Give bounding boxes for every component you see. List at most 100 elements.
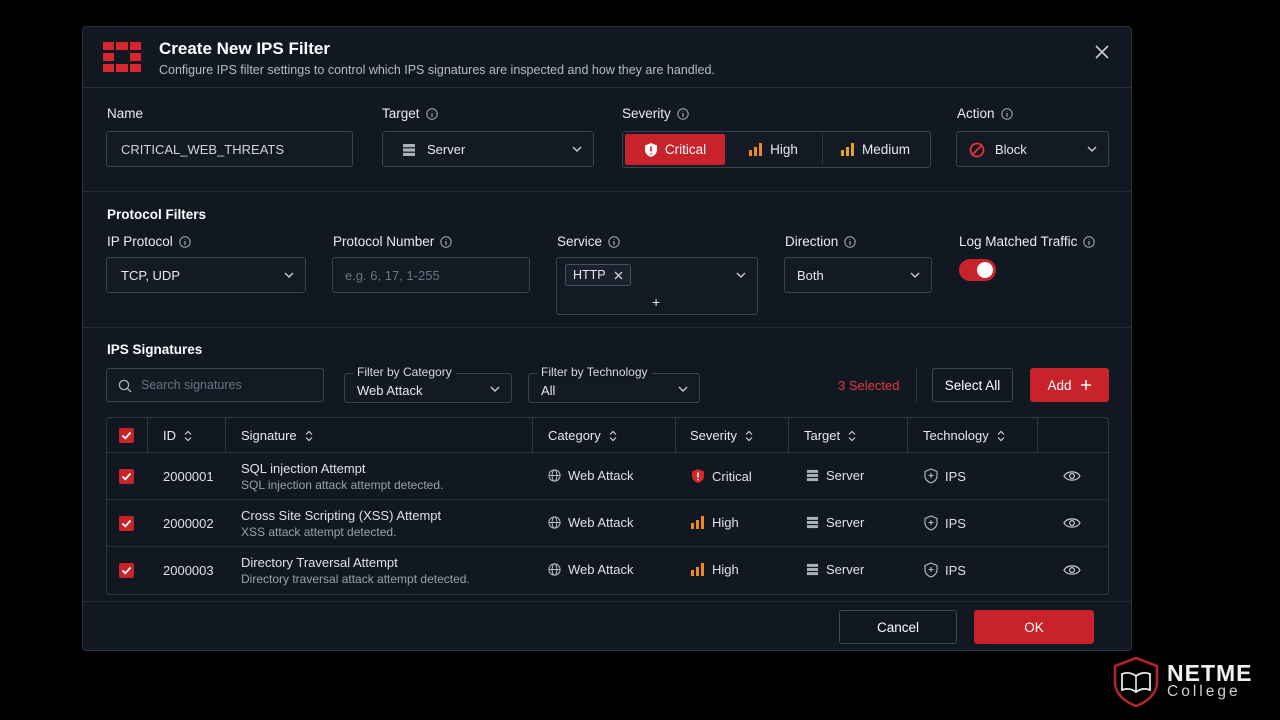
selected-count: 3 Selected <box>838 378 900 393</box>
server-icon <box>806 563 819 576</box>
sort-icon <box>745 430 753 441</box>
globe-icon <box>548 516 561 529</box>
signal-bars-icon <box>749 143 763 156</box>
direction-label: Direction <box>785 234 856 249</box>
view-eye-icon[interactable] <box>1063 469 1081 483</box>
cancel-button[interactable]: Cancel <box>839 610 957 644</box>
signature-id: 2000001 <box>163 469 214 484</box>
column-header-target[interactable]: Target <box>804 418 856 453</box>
name-input[interactable]: CRITICAL_WEB_THREATS <box>106 131 353 167</box>
technology-cell: IPS <box>924 468 966 484</box>
create-ips-filter-dialog: Create New IPS Filter Configure IPS filt… <box>82 26 1132 651</box>
close-icon[interactable] <box>1093 43 1111 61</box>
table-row[interactable]: 2000002 Cross Site Scripting (XSS) Attem… <box>107 500 1108 547</box>
direction-select[interactable]: Both <box>784 257 932 293</box>
target-cell: Server <box>806 562 864 577</box>
ip-protocol-select[interactable]: TCP, UDP <box>106 257 306 293</box>
select-all-checkbox[interactable] <box>119 428 134 443</box>
search-icon <box>118 379 132 393</box>
sort-icon <box>997 430 1005 441</box>
service-chip-http: HTTP <box>565 264 631 286</box>
table-row[interactable]: 2000003 Directory Traversal Attempt Dire… <box>107 547 1108 594</box>
severity-cell: Critical <box>691 468 752 484</box>
signature-name-cell: SQL injection Attempt SQL injection atta… <box>241 461 444 492</box>
column-separator <box>675 418 676 453</box>
technology-cell: IPS <box>924 515 966 531</box>
protocol-filters-title: Protocol Filters <box>107 207 207 222</box>
log-traffic-label: Log Matched Traffic <box>959 234 1096 249</box>
select-all-button[interactable]: Select All <box>932 368 1013 402</box>
column-header-technology[interactable]: Technology <box>923 418 1005 453</box>
ok-button[interactable]: OK <box>974 610 1094 644</box>
signature-name-cell: Cross Site Scripting (XSS) Attempt XSS a… <box>241 508 442 539</box>
severity-cell: High <box>691 562 739 577</box>
view-eye-icon[interactable] <box>1063 516 1081 530</box>
ips-signatures-title: IPS Signatures <box>107 342 203 357</box>
signature-id: 2000003 <box>163 563 214 578</box>
category-filter-select[interactable]: Filter by Category Web Attack <box>344 365 512 403</box>
toolbar-separator <box>916 368 917 402</box>
checkmark-icon <box>121 431 132 440</box>
severity-high-button[interactable]: High <box>725 134 823 165</box>
signatures-table: ID Signature Category Severity Target Te… <box>106 417 1109 595</box>
technology-cell: IPS <box>924 562 966 578</box>
checkmark-icon <box>121 472 132 481</box>
add-signature-button[interactable]: Add <box>1030 368 1109 402</box>
column-header-category[interactable]: Category <box>548 418 617 453</box>
table-row[interactable]: 2000001 SQL injection Attempt SQL inject… <box>107 453 1108 500</box>
severity-label: Severity <box>622 106 689 121</box>
severity-medium-button[interactable]: Medium <box>823 134 928 165</box>
server-icon <box>806 516 819 529</box>
target-select[interactable]: Server <box>382 131 594 167</box>
book-shield-icon <box>1113 656 1159 708</box>
footer-divider <box>83 601 1131 602</box>
info-icon <box>1000 107 1013 120</box>
chevron-down-icon <box>284 272 294 278</box>
block-icon <box>969 142 985 158</box>
log-traffic-toggle[interactable] <box>959 259 996 281</box>
column-header-id[interactable]: ID <box>163 418 192 453</box>
globe-icon <box>548 469 561 482</box>
netme-college-watermark: NETME College <box>1112 656 1272 712</box>
column-separator <box>147 418 148 453</box>
protocol-number-label: Protocol Number <box>333 234 452 249</box>
sort-icon <box>848 430 856 441</box>
dialog-title: Create New IPS Filter <box>159 39 331 58</box>
service-label: Service <box>557 234 620 249</box>
signal-bars-icon <box>691 563 704 576</box>
technology-filter-select[interactable]: Filter by Technology All <box>528 365 700 403</box>
row-checkbox[interactable] <box>119 563 134 578</box>
sort-icon <box>305 430 313 441</box>
protocol-number-input[interactable]: e.g. 6, 17, 1-255 <box>332 257 530 293</box>
column-separator <box>1037 418 1038 453</box>
view-eye-icon[interactable] <box>1063 563 1081 577</box>
globe-icon <box>548 563 561 576</box>
service-multiselect[interactable]: HTTP + <box>556 257 758 315</box>
info-icon <box>844 235 856 248</box>
column-header-signature[interactable]: Signature <box>241 418 313 453</box>
row-checkbox[interactable] <box>119 469 134 484</box>
severity-critical-button[interactable]: Critical <box>625 134 725 165</box>
signature-id: 2000002 <box>163 516 214 531</box>
column-separator <box>788 418 789 453</box>
shield-plus-icon <box>924 562 938 578</box>
dialog-subtitle: Configure IPS filter settings to control… <box>159 63 715 77</box>
action-select[interactable]: Block <box>956 131 1109 167</box>
remove-chip-icon[interactable] <box>614 271 623 280</box>
name-label: Name <box>107 106 144 121</box>
server-icon <box>806 469 819 482</box>
search-input[interactable]: Search signatures <box>106 368 324 402</box>
sort-icon <box>184 430 192 441</box>
column-separator <box>907 418 908 453</box>
section-divider <box>83 191 1131 192</box>
action-label: Action <box>957 106 1013 121</box>
column-separator <box>532 418 533 453</box>
column-header-severity[interactable]: Severity <box>690 418 753 453</box>
add-service-button[interactable]: + <box>652 294 660 310</box>
plus-icon <box>1080 380 1091 390</box>
row-checkbox[interactable] <box>119 516 134 531</box>
signal-bars-icon <box>840 143 854 156</box>
shield-plus-icon <box>924 515 938 531</box>
watermark-subtitle: College <box>1167 683 1241 700</box>
target-cell: Server <box>806 515 864 530</box>
